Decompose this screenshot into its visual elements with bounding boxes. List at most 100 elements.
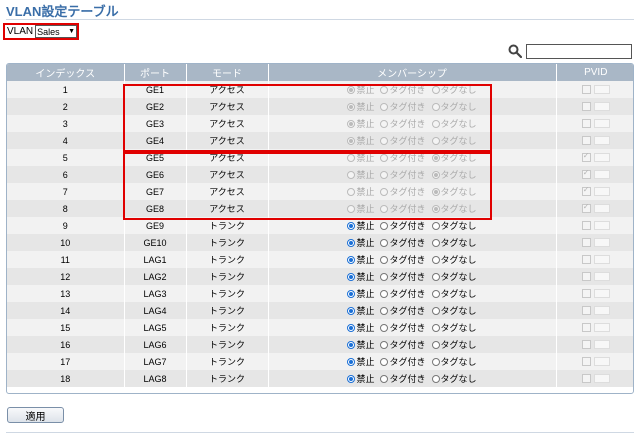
cell-mode: トランク bbox=[186, 285, 269, 302]
pvid-field bbox=[593, 136, 610, 145]
cell-index: 17 bbox=[7, 353, 125, 370]
title-divider bbox=[6, 19, 634, 20]
radio-circle bbox=[347, 340, 356, 349]
membership-radio-tagged[interactable]: タグ付き bbox=[380, 338, 426, 351]
membership-radio-group: 禁止 タグ付き タグなし bbox=[269, 168, 556, 181]
membership-radio-group: 禁止 タグ付き タグなし bbox=[269, 202, 556, 215]
cell-pvid bbox=[556, 285, 633, 302]
radio-circle bbox=[347, 153, 356, 162]
radio-label: タグ付き bbox=[389, 85, 426, 95]
membership-radio-tagged[interactable]: タグ付き bbox=[380, 236, 426, 249]
membership-radio-untagged[interactable]: タグなし bbox=[431, 236, 477, 249]
membership-radio-forbidden[interactable]: 禁止 bbox=[347, 219, 374, 232]
radio-circle bbox=[380, 255, 389, 264]
radio-circle bbox=[380, 323, 389, 332]
search-input[interactable] bbox=[526, 44, 632, 59]
page-title: VLAN設定テーブル bbox=[6, 4, 119, 19]
membership-radio-tagged[interactable]: タグ付き bbox=[380, 219, 426, 232]
membership-radio-forbidden[interactable]: 禁止 bbox=[347, 270, 374, 283]
cell-index: 11 bbox=[7, 251, 125, 268]
membership-radio-untagged[interactable]: タグなし bbox=[431, 219, 477, 232]
membership-radio-tagged[interactable]: タグ付き bbox=[380, 287, 426, 300]
radio-circle bbox=[431, 255, 440, 264]
cell-port: LAG3 bbox=[124, 285, 187, 302]
cell-pvid bbox=[556, 234, 633, 251]
membership-radio-forbidden[interactable]: 禁止 bbox=[347, 304, 374, 317]
cell-mode: アクセス bbox=[186, 183, 269, 200]
membership-radio-untagged[interactable]: タグなし bbox=[431, 270, 477, 283]
cell-index: 13 bbox=[7, 285, 125, 302]
membership-radio-tagged[interactable]: タグ付き bbox=[380, 321, 426, 334]
radio-circle bbox=[380, 221, 389, 230]
membership-radio-forbidden: 禁止 bbox=[347, 168, 374, 181]
membership-radio-forbidden[interactable]: 禁止 bbox=[347, 338, 374, 351]
radio-circle bbox=[380, 119, 389, 128]
membership-radio-forbidden[interactable]: 禁止 bbox=[347, 355, 374, 368]
pvid-field bbox=[593, 119, 610, 128]
radio-circle bbox=[431, 136, 440, 145]
membership-radio-untagged[interactable]: タグなし bbox=[431, 304, 477, 317]
pvid-checkbox bbox=[581, 221, 591, 230]
membership-radio-forbidden[interactable]: 禁止 bbox=[347, 321, 374, 334]
radio-circle bbox=[431, 340, 440, 349]
radio-circle bbox=[431, 357, 440, 366]
membership-radio-tagged[interactable]: タグ付き bbox=[380, 355, 426, 368]
membership-radio-untagged[interactable]: タグなし bbox=[431, 372, 477, 385]
table-row: 5 GE5 アクセス 禁止 タグ付き タグなし bbox=[7, 149, 633, 166]
membership-radio-group: 禁止 タグ付き タグなし bbox=[269, 117, 556, 130]
radio-circle bbox=[380, 306, 389, 315]
apply-button[interactable]: 適用 bbox=[7, 407, 64, 423]
membership-radio-forbidden: 禁止 bbox=[347, 117, 374, 130]
membership-radio-untagged[interactable]: タグなし bbox=[431, 253, 477, 266]
cell-mode: アクセス bbox=[186, 200, 269, 217]
radio-label: タグ付き bbox=[389, 255, 426, 265]
cell-port: GE10 bbox=[124, 234, 187, 251]
table-row: 2 GE2 アクセス 禁止 タグ付き タグなし bbox=[7, 98, 633, 115]
cell-pvid bbox=[556, 217, 633, 234]
radio-label: タグなし bbox=[440, 323, 477, 333]
search-icon[interactable] bbox=[508, 44, 522, 58]
membership-radio-tagged: タグ付き bbox=[380, 202, 426, 215]
radio-label: タグなし bbox=[440, 340, 477, 350]
cell-mode: トランク bbox=[186, 217, 269, 234]
membership-radio-untagged[interactable]: タグなし bbox=[431, 338, 477, 351]
membership-radio-tagged[interactable]: タグ付き bbox=[380, 253, 426, 266]
radio-circle bbox=[431, 323, 440, 332]
radio-label: タグなし bbox=[440, 374, 477, 384]
cell-membership: 禁止 タグ付き タグなし bbox=[268, 200, 557, 217]
membership-radio-untagged[interactable]: タグなし bbox=[431, 355, 477, 368]
cell-membership: 禁止 タグ付き タグなし bbox=[268, 132, 557, 149]
membership-radio-forbidden[interactable]: 禁止 bbox=[347, 236, 374, 249]
cell-port: GE2 bbox=[124, 98, 187, 115]
pvid-field bbox=[593, 204, 610, 213]
radio-circle bbox=[431, 102, 440, 111]
membership-radio-untagged[interactable]: タグなし bbox=[431, 287, 477, 300]
pvid-field bbox=[593, 85, 610, 94]
radio-label: タグなし bbox=[440, 272, 477, 282]
radio-label: 禁止 bbox=[356, 357, 375, 367]
vlan-select[interactable]: Sales ▼ bbox=[35, 25, 77, 38]
cell-pvid bbox=[556, 370, 633, 387]
membership-radio-forbidden: 禁止 bbox=[347, 134, 374, 147]
cell-port: LAG2 bbox=[124, 268, 187, 285]
pvid-field bbox=[593, 238, 610, 247]
membership-radio-tagged[interactable]: タグ付き bbox=[380, 270, 426, 283]
cell-membership: 禁止 タグ付き タグなし bbox=[268, 98, 557, 115]
cell-membership: 禁止 タグ付き タグなし bbox=[268, 285, 557, 302]
radio-label: タグなし bbox=[440, 153, 477, 163]
membership-radio-tagged[interactable]: タグ付き bbox=[380, 304, 426, 317]
radio-label: 禁止 bbox=[356, 323, 375, 333]
cell-membership: 禁止 タグ付き タグなし bbox=[268, 336, 557, 353]
membership-radio-untagged: タグなし bbox=[431, 151, 477, 164]
membership-radio-forbidden[interactable]: 禁止 bbox=[347, 372, 374, 385]
membership-radio-tagged[interactable]: タグ付き bbox=[380, 372, 426, 385]
membership-radio-untagged[interactable]: タグなし bbox=[431, 321, 477, 334]
membership-radio-forbidden[interactable]: 禁止 bbox=[347, 253, 374, 266]
membership-radio-forbidden: 禁止 bbox=[347, 202, 374, 215]
membership-radio-forbidden[interactable]: 禁止 bbox=[347, 287, 374, 300]
pvid-checkbox bbox=[581, 374, 591, 383]
radio-circle bbox=[431, 289, 440, 298]
membership-radio-group: 禁止 タグ付き タグなし bbox=[269, 253, 556, 266]
pvid-field bbox=[593, 323, 610, 332]
cell-membership: 禁止 タグ付き タグなし bbox=[268, 319, 557, 336]
